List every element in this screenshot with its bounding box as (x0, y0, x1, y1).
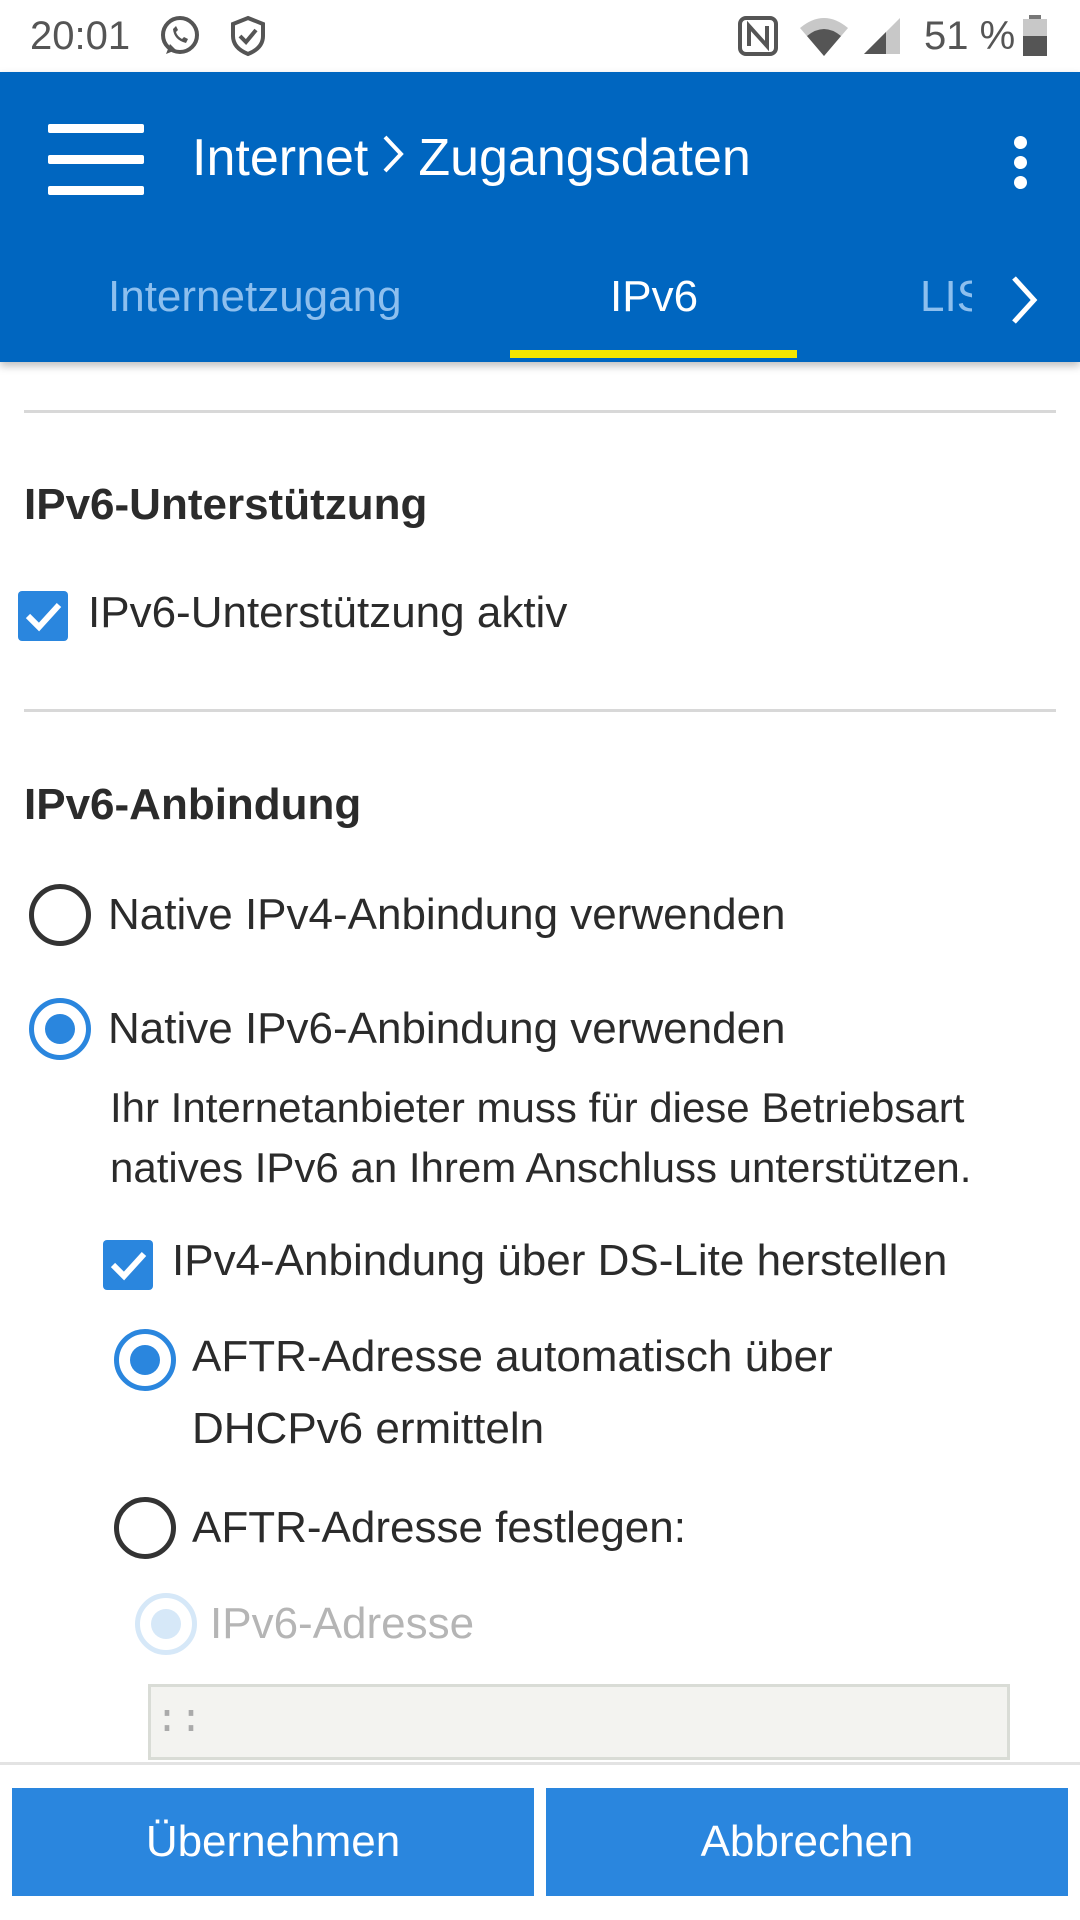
cellular-signal-icon (864, 18, 900, 54)
tab-internetzugang[interactable]: Internetzugang (108, 272, 402, 322)
dslite-checkbox[interactable] (103, 1240, 153, 1290)
native-ipv4-label[interactable]: Native IPv4-Anbindung verwenden (108, 890, 786, 940)
breadcrumb-current: Zugangsdaten (418, 129, 751, 187)
apply-button[interactable]: Übernehmen (12, 1788, 534, 1896)
ipv6-support-label[interactable]: IPv6-Unterstützung aktiv (88, 588, 567, 638)
nfc-icon (738, 16, 778, 56)
section-title-ipv6-support: IPv6-Unterstützung (24, 480, 428, 529)
native-ipv6-label[interactable]: Native IPv6-Anbindung verwenden (108, 1004, 786, 1054)
aftr-fixed-label[interactable]: AFTR-Adresse festlegen: (192, 1503, 686, 1553)
hint-line: natives IPv6 an Ihrem Anschluss unterstü… (110, 1144, 972, 1191)
checkmark-icon (110, 1251, 147, 1281)
cancel-button[interactable]: Abbrechen (546, 1788, 1068, 1896)
ipv6-support-checkbox[interactable] (18, 591, 68, 641)
active-tab-indicator (510, 350, 797, 358)
breadcrumb-parent[interactable]: Internet (192, 129, 368, 187)
tab-scroll-right-icon[interactable] (1004, 270, 1044, 330)
wifi-icon (800, 18, 848, 56)
divider (24, 410, 1056, 413)
aftr-ipv6-address-input: :: (148, 1684, 1010, 1760)
status-time: 20:01 (30, 14, 131, 58)
battery-percent: 51 % (924, 14, 1016, 58)
tab-ipv6[interactable]: IPv6 (610, 272, 698, 322)
hamburger-menu-icon[interactable] (48, 124, 144, 196)
status-bar: 20:01 51 % (0, 0, 1080, 72)
whatsapp-icon (161, 16, 199, 54)
more-options-icon[interactable] (1000, 132, 1040, 192)
hint-line: Ihr Internetanbieter muss für diese Betr… (110, 1084, 965, 1131)
page-title: Internet Zugangsdaten (192, 128, 751, 188)
native-ipv6-hint: Ihr Internetanbieter muss für diese Betr… (110, 1078, 971, 1198)
section-title-ipv6-binding: IPv6-Anbindung (24, 780, 362, 829)
aftr-auto-radio[interactable] (114, 1329, 176, 1391)
native-ipv4-radio[interactable] (29, 884, 91, 946)
shield-check-icon (231, 15, 265, 57)
ipv6-address-label: IPv6-Adresse (210, 1599, 475, 1648)
breadcrumb-chevron-icon (383, 135, 405, 173)
aftr-fixed-radio[interactable] (114, 1497, 176, 1559)
tab-lisp[interactable]: LIS (920, 272, 972, 332)
divider (24, 709, 1056, 712)
app-bar: Internet Zugangsdaten Internetzugang IPv6… (0, 72, 1080, 362)
dslite-label[interactable]: IPv4-Anbindung über DS-Lite herstellen (172, 1236, 947, 1286)
tab-lisp-label: LIS (920, 272, 972, 321)
battery-icon (1023, 15, 1047, 56)
aftr-auto-label-line1[interactable]: AFTR-Adresse automatisch über (192, 1332, 833, 1382)
checkmark-icon (25, 602, 62, 632)
native-ipv6-radio[interactable] (29, 998, 91, 1060)
aftr-auto-label-line2[interactable]: DHCPv6 ermitteln (192, 1404, 544, 1454)
ipv6-address-radio (135, 1593, 197, 1655)
